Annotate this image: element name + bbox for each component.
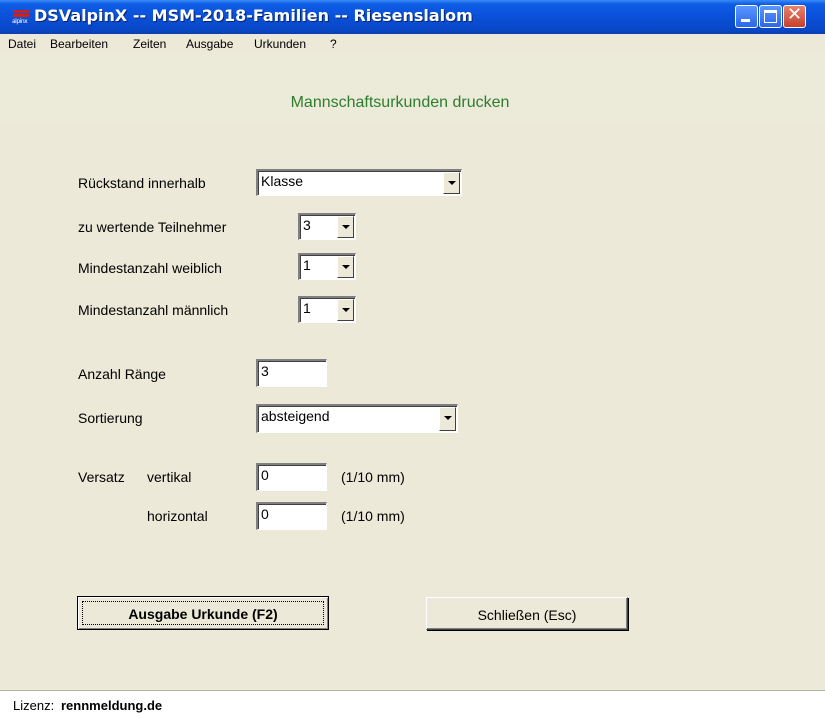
menu-urkunden[interactable]: Urkunden xyxy=(254,37,306,51)
teilnehmer-label: zu wertende Teilnehmer xyxy=(78,219,227,235)
print-certificate-button[interactable]: Ausgabe Urkunde (F2) xyxy=(77,596,329,630)
maennlich-dropdown-button[interactable] xyxy=(337,299,354,321)
teilnehmer-dropdown-button[interactable] xyxy=(337,216,354,238)
versatz-horizontal-unit: (1/10 mm) xyxy=(341,508,405,524)
versatz-horizontal-input[interactable]: 0 xyxy=(256,502,327,530)
status-bar: Lizenz: rennmeldung.de xyxy=(0,690,825,718)
menu-datei[interactable]: Datei xyxy=(8,37,36,51)
weiblich-label: Mindestanzahl weiblich xyxy=(78,260,222,276)
page-header: Mannschaftsurkunden drucken xyxy=(0,54,825,124)
chevron-down-icon xyxy=(448,181,456,185)
rueckstand-label: Rückstand innerhalb xyxy=(78,175,206,191)
maennlich-value: 1 xyxy=(303,300,311,316)
chevron-down-icon xyxy=(342,225,350,229)
sortierung-label: Sortierung xyxy=(78,410,143,426)
weiblich-dropdown-button[interactable] xyxy=(337,256,354,278)
app-icon[interactable]: alpinx xyxy=(12,10,29,25)
versatz-vertikal-input[interactable]: 0 xyxy=(256,463,327,491)
versatz-vertikal-label: vertikal xyxy=(147,469,192,485)
teilnehmer-select[interactable]: 3 xyxy=(298,213,356,240)
close-icon: ✕ xyxy=(786,4,803,25)
menu-help[interactable]: ? xyxy=(330,37,337,51)
raenge-value: 3 xyxy=(261,363,269,379)
rueckstand-select[interactable]: Klasse xyxy=(256,169,462,196)
minimize-icon xyxy=(741,19,750,22)
menu-bar: Datei Bearbeiten Zeiten Ausgabe Urkunden… xyxy=(0,34,825,54)
sortierung-select[interactable]: absteigend xyxy=(256,404,458,433)
app-window: alpinx DSValpinX -- MSM-2018-Familien --… xyxy=(0,0,825,718)
maximize-icon xyxy=(764,10,777,23)
title-bar[interactable]: alpinx DSValpinX -- MSM-2018-Familien --… xyxy=(0,0,825,34)
sortierung-value: absteigend xyxy=(261,408,330,424)
maennlich-label: Mindestanzahl männlich xyxy=(78,302,229,318)
close-button-label: Schließen (Esc) xyxy=(477,607,577,623)
maennlich-select[interactable]: 1 xyxy=(298,296,356,323)
maximize-button[interactable] xyxy=(759,5,782,28)
chevron-down-icon xyxy=(444,416,452,420)
versatz-vertikal-unit: (1/10 mm) xyxy=(341,469,405,485)
versatz-vertikal-value: 0 xyxy=(261,467,269,483)
raenge-input[interactable]: 3 xyxy=(256,359,327,387)
license-label: Lizenz: xyxy=(13,698,55,713)
license-value: rennmeldung.de xyxy=(61,698,163,713)
app-icon-text: alpinx xyxy=(12,18,28,25)
versatz-label: Versatz xyxy=(78,469,125,485)
print-certificate-label: Ausgabe Urkunde (F2) xyxy=(128,606,278,622)
rueckstand-dropdown-button[interactable] xyxy=(443,172,460,194)
teilnehmer-value: 3 xyxy=(303,217,311,233)
close-window-button[interactable]: ✕ xyxy=(783,4,806,28)
menu-bearbeiten[interactable]: Bearbeiten xyxy=(50,37,108,51)
close-button[interactable]: Schließen (Esc) xyxy=(426,597,628,630)
window-title: DSValpinX -- MSM-2018-Familien -- Riesen… xyxy=(34,6,473,25)
raenge-label: Anzahl Ränge xyxy=(78,366,166,382)
weiblich-select[interactable]: 1 xyxy=(298,253,356,280)
chevron-down-icon xyxy=(342,308,350,312)
minimize-button[interactable] xyxy=(735,5,758,28)
rueckstand-value: Klasse xyxy=(261,173,304,189)
menu-zeiten[interactable]: Zeiten xyxy=(133,37,166,51)
chevron-down-icon xyxy=(342,265,350,269)
page-title: Mannschaftsurkunden drucken xyxy=(290,94,510,111)
menu-ausgabe[interactable]: Ausgabe xyxy=(186,37,233,51)
weiblich-value: 1 xyxy=(303,257,311,273)
versatz-horizontal-value: 0 xyxy=(261,506,269,522)
versatz-horizontal-label: horizontal xyxy=(147,508,208,524)
sortierung-dropdown-button[interactable] xyxy=(439,407,456,431)
